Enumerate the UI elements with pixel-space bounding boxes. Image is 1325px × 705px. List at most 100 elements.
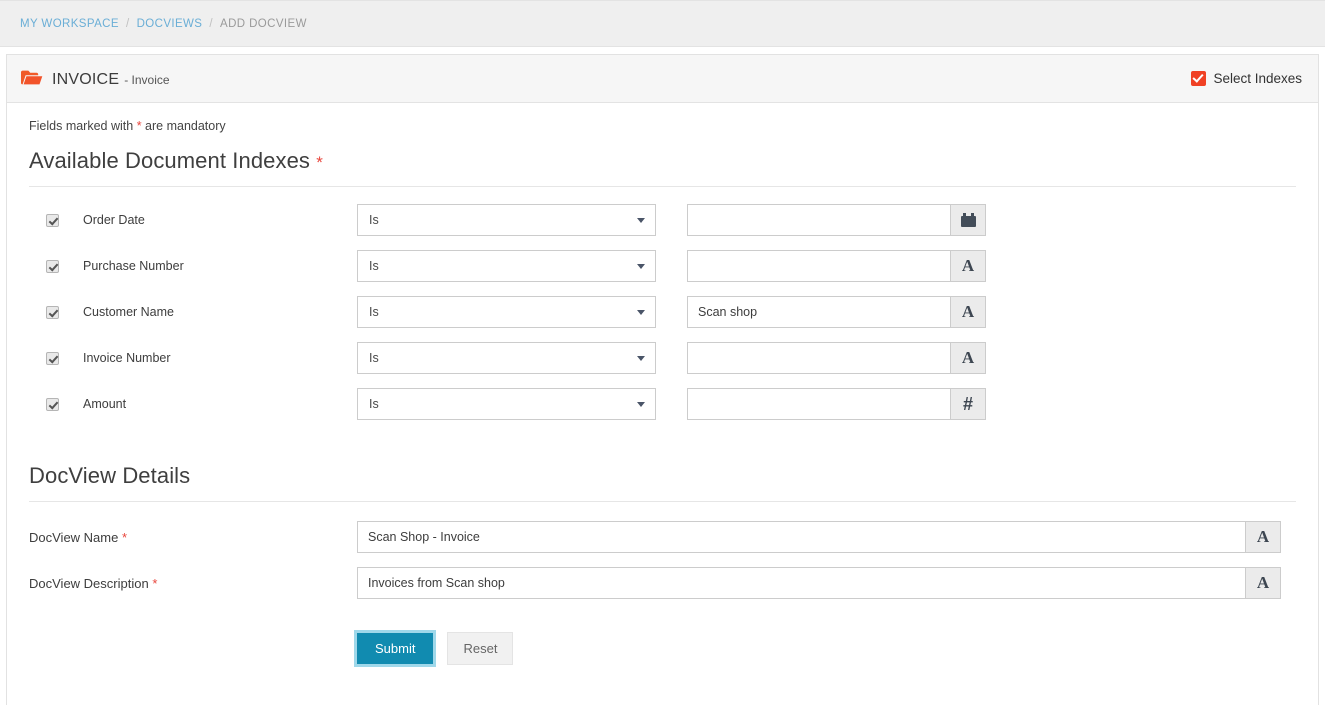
required-marker: * [152, 576, 157, 591]
document-type-heading: INVOICE - Invoice [21, 68, 170, 89]
index-value-cell: A [687, 342, 1296, 374]
section-title-text: Available Document Indexes [29, 148, 310, 173]
calendar-glyph [961, 213, 976, 227]
mandatory-note-prefix: Fields marked with [29, 119, 133, 133]
operator-select-order-date[interactable]: Is [357, 204, 656, 236]
number-type-icon[interactable]: # [950, 388, 986, 420]
docview-panel: INVOICE - Invoice Select Indexes Fields … [6, 54, 1319, 705]
chevron-down-icon [637, 402, 645, 407]
operator-select-value: Is [369, 213, 379, 227]
index-toggle-invoice-number[interactable]: Invoice Number [29, 351, 357, 365]
breadcrumb-item-my-workspace[interactable]: MY WORKSPACE [20, 18, 119, 30]
operator-select-amount[interactable]: Is [357, 388, 656, 420]
value-input-group-invoice-number: A [687, 342, 986, 374]
index-row: Amount Is # [29, 381, 1296, 427]
value-input-group-order-date [687, 204, 986, 236]
index-checkbox[interactable] [46, 352, 59, 365]
reset-button[interactable]: Reset [447, 632, 513, 665]
index-operator-cell: Is [357, 296, 687, 328]
value-input-amount[interactable] [687, 388, 950, 420]
chevron-down-icon [637, 310, 645, 315]
mandatory-note: Fields marked with * are mandatory [29, 119, 1296, 133]
form-actions: Submit Reset [29, 632, 1296, 665]
operator-select-purchase-number[interactable]: Is [357, 250, 656, 282]
value-input-purchase-number[interactable] [687, 250, 950, 282]
folder-open-icon [21, 70, 43, 86]
operator-select-value: Is [369, 305, 379, 319]
docview-name-label-text: DocView Name [29, 530, 118, 545]
value-input-group-amount: # [687, 388, 986, 420]
breadcrumb-separator: / [126, 18, 130, 30]
document-type-title: INVOICE [52, 71, 119, 89]
index-value-cell: A [687, 250, 1296, 282]
panel-header: INVOICE - Invoice Select Indexes [7, 55, 1318, 103]
calendar-icon[interactable] [950, 204, 986, 236]
section-required-marker: * [316, 153, 323, 172]
index-checkbox[interactable] [46, 398, 59, 411]
docview-name-input-group: A [357, 521, 1281, 553]
index-row: Purchase Number Is A [29, 243, 1296, 289]
index-checkbox[interactable] [46, 260, 59, 273]
required-marker: * [122, 530, 127, 545]
docview-description-label-text: DocView Description [29, 576, 149, 591]
text-type-icon[interactable]: A [1245, 567, 1281, 599]
index-label: Invoice Number [83, 351, 171, 365]
docview-name-row: DocView Name * A [29, 514, 1296, 560]
select-indexes-toggle[interactable]: Select Indexes [1191, 71, 1302, 86]
text-type-icon[interactable]: A [950, 296, 986, 328]
chevron-down-icon [637, 356, 645, 361]
operator-select-value: Is [369, 351, 379, 365]
text-type-icon[interactable]: A [950, 342, 986, 374]
index-operator-cell: Is [357, 342, 687, 374]
mandatory-marker: * [137, 119, 142, 133]
docview-description-label: DocView Description * [29, 576, 357, 591]
value-input-customer-name[interactable] [687, 296, 950, 328]
chevron-down-icon [637, 264, 645, 269]
submit-button[interactable]: Submit [357, 633, 433, 664]
operator-select-value: Is [369, 259, 379, 273]
index-value-cell [687, 204, 1296, 236]
docview-description-input-group: A [357, 567, 1281, 599]
docview-description-input[interactable] [357, 567, 1245, 599]
index-value-cell: # [687, 388, 1296, 420]
docview-details-title: DocView Details [29, 463, 1296, 489]
breadcrumb: MY WORKSPACE / DOCVIEWS / ADD DOCVIEW [20, 18, 307, 30]
value-input-invoice-number[interactable] [687, 342, 950, 374]
breadcrumb-item-add-docview: ADD DOCVIEW [220, 18, 307, 30]
text-type-icon[interactable]: A [950, 250, 986, 282]
panel-body: Fields marked with * are mandatory Avail… [7, 103, 1318, 665]
index-label: Amount [83, 397, 126, 411]
value-input-order-date[interactable] [687, 204, 950, 236]
select-indexes-checkbox[interactable] [1191, 71, 1206, 86]
index-row: Customer Name Is A [29, 289, 1296, 335]
document-type-subtitle: - Invoice [124, 73, 169, 87]
index-value-cell: A [687, 296, 1296, 328]
available-document-indexes-title: Available Document Indexes * [29, 148, 1296, 174]
index-row: Order Date Is [29, 197, 1296, 243]
index-checkbox[interactable] [46, 306, 59, 319]
docview-description-row: DocView Description * A [29, 560, 1296, 606]
index-toggle-amount[interactable]: Amount [29, 397, 357, 411]
index-label: Purchase Number [83, 259, 184, 273]
operator-select-customer-name[interactable]: Is [357, 296, 656, 328]
mandatory-note-suffix: are mandatory [145, 119, 226, 133]
index-operator-cell: Is [357, 204, 687, 236]
docview-details-block: DocView Details DocView Name * A DocView [29, 463, 1296, 665]
breadcrumb-item-docviews[interactable]: DOCVIEWS [137, 18, 203, 30]
value-input-group-customer-name: A [687, 296, 986, 328]
operator-select-invoice-number[interactable]: Is [357, 342, 656, 374]
index-checkbox[interactable] [46, 214, 59, 227]
breadcrumb-bar: MY WORKSPACE / DOCVIEWS / ADD DOCVIEW [0, 0, 1325, 47]
index-label: Customer Name [83, 305, 174, 319]
text-type-icon[interactable]: A [1245, 521, 1281, 553]
select-indexes-label: Select Indexes [1213, 71, 1302, 86]
chevron-down-icon [637, 218, 645, 223]
value-input-group-purchase-number: A [687, 250, 986, 282]
index-toggle-purchase-number[interactable]: Purchase Number [29, 259, 357, 273]
index-row: Invoice Number Is A [29, 335, 1296, 381]
docview-name-input[interactable] [357, 521, 1245, 553]
index-operator-cell: Is [357, 388, 687, 420]
index-toggle-customer-name[interactable]: Customer Name [29, 305, 357, 319]
index-toggle-order-date[interactable]: Order Date [29, 213, 357, 227]
index-label: Order Date [83, 213, 145, 227]
